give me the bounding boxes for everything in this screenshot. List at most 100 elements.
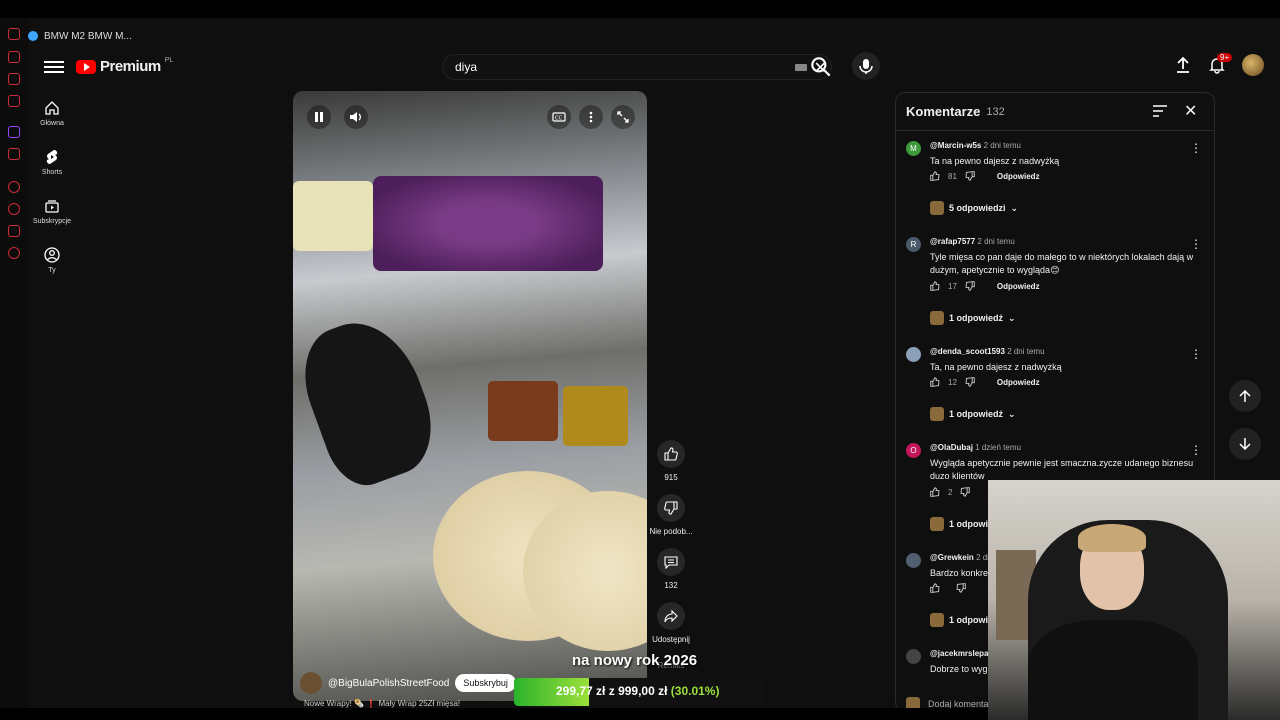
extension-icon[interactable] xyxy=(8,28,20,40)
menu-icon[interactable] xyxy=(44,58,64,78)
nav-label: Shorts xyxy=(41,169,63,176)
extension-icon[interactable] xyxy=(8,148,20,160)
nav-label: Subskrypcje xyxy=(32,218,72,225)
thumbs-down-icon xyxy=(664,501,678,515)
channel-avatar[interactable] xyxy=(300,672,322,694)
reply-author-avatar xyxy=(930,613,944,627)
youtube-header: Premium PL ✕ 9+ xyxy=(28,48,1280,88)
comment-text: Ta na pewno dajesz z nadwyżką xyxy=(930,156,1060,166)
upload-button[interactable] xyxy=(1174,56,1192,74)
view-replies-button[interactable]: 1 odpowiedź ⌄ xyxy=(930,311,1016,325)
notifications-button[interactable]: 9+ xyxy=(1208,53,1233,74)
comment-like-count: 81 xyxy=(948,171,957,181)
comments-title: Komentarze xyxy=(906,104,981,119)
dislike-button[interactable]: Nie podob... xyxy=(649,494,693,536)
twitch-icon[interactable] xyxy=(8,126,20,138)
comment-more-icon[interactable]: ⋮ xyxy=(1190,443,1202,457)
commenter-avatar[interactable]: O xyxy=(906,443,921,458)
captions-button[interactable]: CC xyxy=(547,105,571,129)
extension-icon[interactable] xyxy=(8,95,20,107)
more-options-button[interactable] xyxy=(579,105,603,129)
expand-icon xyxy=(617,111,629,123)
tab-title: BMW M2 BMW M... xyxy=(44,30,132,42)
commenter-name[interactable]: @Marcin-w5s 2 dni temu xyxy=(930,141,1021,150)
commenter-name[interactable]: @rafap7577 2 dni temu xyxy=(930,237,1015,246)
comment-icon xyxy=(664,556,678,569)
sort-icon[interactable] xyxy=(1152,104,1168,118)
thumbs-up-icon[interactable] xyxy=(930,487,940,497)
scroll-down-button[interactable] xyxy=(1229,428,1261,460)
reply-button[interactable]: Odpowiedz xyxy=(997,172,1040,181)
comment-like-count: 12 xyxy=(948,377,957,387)
search-input[interactable] xyxy=(443,60,743,74)
clock-icon[interactable] xyxy=(8,203,20,215)
voice-search-button[interactable] xyxy=(852,52,880,80)
donation-goal-bar: 299,77 zł z 999,00 zł (30.01%) xyxy=(514,678,764,706)
commenter-avatar[interactable] xyxy=(906,649,921,664)
commenter-avatar[interactable]: R xyxy=(906,237,921,252)
dislike-label: Nie podob... xyxy=(649,527,693,536)
comment-actions: 17 Odpowiedz xyxy=(930,281,1040,291)
fullscreen-button[interactable] xyxy=(611,105,635,129)
settings-icon[interactable] xyxy=(8,247,20,259)
webcam-person-hair xyxy=(1078,524,1146,552)
browser-tab[interactable]: BMW M2 BMW M... xyxy=(28,26,132,46)
volume-button[interactable] xyxy=(344,105,368,129)
thumbs-down-icon[interactable] xyxy=(965,377,975,387)
captions-icon: CC xyxy=(552,112,566,122)
account-avatar[interactable] xyxy=(1242,54,1264,76)
browser-topbar xyxy=(0,0,1280,18)
replies-count: 5 odpowiedzi xyxy=(949,203,1006,213)
keyboard-icon[interactable] xyxy=(795,64,807,71)
short-video-player[interactable]: CC xyxy=(293,91,647,701)
subscribe-button[interactable]: Subskrybuj xyxy=(455,674,516,692)
bottom-strip xyxy=(0,708,988,720)
replies-count: 1 odpowiedź xyxy=(949,409,1003,419)
extension-icon[interactable] xyxy=(8,51,20,63)
thumbs-up-icon[interactable] xyxy=(930,281,940,291)
short-actions: 915 Nie podob... 132 Udostępnij Remiks xyxy=(649,440,693,682)
thumbs-down-icon[interactable] xyxy=(960,487,971,497)
reply-button[interactable]: Odpowiedz xyxy=(997,282,1040,291)
nav-you[interactable]: Ty xyxy=(28,243,76,292)
commenter-name[interactable]: @jacekmrslepa xyxy=(930,649,989,658)
search-box: ✕ xyxy=(442,54,832,80)
like-button[interactable]: 915 xyxy=(651,440,691,482)
comments-header: Komentarze 132 ✕ xyxy=(896,93,1214,131)
thumbs-down-icon[interactable] xyxy=(956,583,966,593)
pause-button[interactable] xyxy=(307,105,331,129)
thumbs-up-icon[interactable] xyxy=(930,583,940,593)
thumbs-down-icon[interactable] xyxy=(965,171,975,181)
extension-icon[interactable] xyxy=(8,73,20,85)
extension-icon[interactable] xyxy=(8,225,20,237)
commenter-avatar[interactable] xyxy=(906,347,921,362)
arrow-up-icon xyxy=(1239,389,1251,402)
thumbs-up-icon[interactable] xyxy=(930,377,940,387)
nav-home[interactable]: Główna xyxy=(28,96,76,145)
commenter-avatar[interactable] xyxy=(906,553,921,568)
comments-button[interactable]: 132 xyxy=(651,548,691,590)
comment-more-icon[interactable]: ⋮ xyxy=(1190,347,1202,361)
commenter-avatar[interactable]: M xyxy=(906,141,921,156)
youtube-logo[interactable]: Premium PL xyxy=(76,57,173,75)
scroll-up-button[interactable] xyxy=(1229,380,1261,412)
extension-icon[interactable] xyxy=(8,181,20,193)
thumbs-down-icon[interactable] xyxy=(965,281,975,291)
share-button[interactable]: Udostępnij xyxy=(651,602,691,644)
volume-icon xyxy=(350,112,361,122)
home-icon xyxy=(45,101,59,115)
view-replies-button[interactable]: 5 odpowiedzi ⌄ xyxy=(930,201,1018,215)
channel-name[interactable]: @BigBulaPolishStreetFood xyxy=(328,678,449,689)
commenter-name[interactable]: @denda_scoot1593 2 dni temu xyxy=(930,347,1045,356)
nav-shorts[interactable]: Shorts xyxy=(28,145,76,194)
comment-more-icon[interactable]: ⋮ xyxy=(1190,237,1202,251)
commenter-name[interactable]: @OlaDubaj 1 dzień temu xyxy=(930,443,1021,452)
comment-more-icon[interactable]: ⋮ xyxy=(1190,141,1202,155)
view-replies-button[interactable]: 1 odpowiedź ⌄ xyxy=(930,407,1016,421)
search-button[interactable] xyxy=(808,54,834,80)
nav-subscriptions[interactable]: Subskrypcje xyxy=(28,194,76,243)
close-icon[interactable]: ✕ xyxy=(1184,101,1197,121)
svg-text:CC: CC xyxy=(555,116,562,122)
thumbs-up-icon[interactable] xyxy=(930,171,940,181)
reply-button[interactable]: Odpowiedz xyxy=(997,378,1040,387)
